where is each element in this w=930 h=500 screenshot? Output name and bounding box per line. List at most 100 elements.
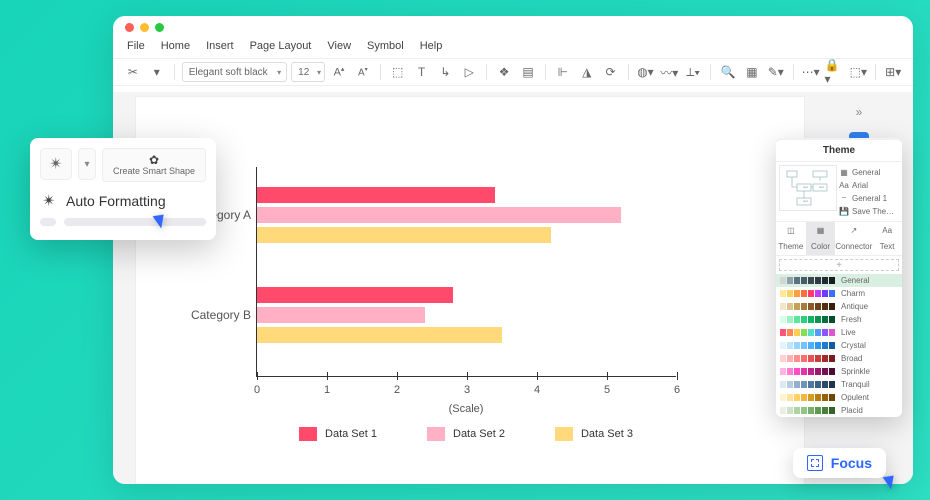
palette-name: Fresh: [841, 315, 861, 324]
decrease-font-icon[interactable]: A▾: [353, 62, 373, 82]
spark-dropdown-icon[interactable]: ▾: [78, 148, 96, 180]
increase-font-icon[interactable]: A▴: [329, 62, 349, 82]
create-smart-shape-button[interactable]: ✿ Create Smart Shape: [102, 148, 206, 182]
focus-label: Focus: [831, 455, 872, 471]
font-name-value: Elegant soft black: [189, 67, 268, 78]
theme-tab-theme[interactable]: ◫Theme: [776, 222, 806, 255]
palette-row[interactable]: Opulent: [776, 391, 902, 404]
prop-label: Arial: [852, 181, 868, 190]
theme-prop-row[interactable]: ▦General: [839, 167, 899, 177]
text-tool-icon[interactable]: T: [412, 62, 432, 82]
menu-page-layout[interactable]: Page Layout: [250, 40, 312, 52]
x-tick-label: 1: [324, 384, 330, 396]
drawing-sheet[interactable]: 0123456Category ACategory B (Scale) Data…: [135, 96, 805, 484]
chart-legend: Data Set 1Data Set 2Data Set 3: [256, 427, 676, 441]
prop-label: General 1: [852, 194, 887, 203]
palette-name: Charm: [841, 289, 865, 298]
font-size-value: 12: [298, 67, 309, 78]
palette-row[interactable]: General: [776, 274, 902, 287]
theme-panel[interactable]: Theme text text text ▦GeneralAaArial⎯Gen…: [776, 138, 902, 417]
search-icon[interactable]: 🔍: [718, 62, 738, 82]
focus-button[interactable]: Focus: [793, 448, 886, 478]
close-icon[interactable]: [125, 23, 134, 32]
line-style-icon[interactable]: 〰▾: [659, 62, 679, 82]
svg-text:text: text: [819, 185, 824, 189]
palette-row[interactable]: Live: [776, 326, 902, 339]
palette-name: General: [841, 276, 869, 285]
connector-icon[interactable]: ↳: [436, 62, 456, 82]
crop-icon[interactable]: ⟂▾: [683, 62, 703, 82]
select-icon[interactable]: ⬚: [388, 62, 408, 82]
palette-name: Crystal: [841, 341, 866, 350]
minimize-icon[interactable]: [140, 23, 149, 32]
zoom-icon[interactable]: [155, 23, 164, 32]
palette-name: Live: [841, 328, 856, 337]
pointer-icon[interactable]: ▷: [459, 62, 479, 82]
menu-help[interactable]: Help: [420, 40, 443, 52]
tab-icon: ↗: [847, 226, 861, 240]
smart-shape-icon: ✿: [149, 154, 159, 167]
grid-icon[interactable]: ▦: [742, 62, 762, 82]
theme-tab-connector[interactable]: ↗Connector: [835, 222, 872, 255]
theme-prop-row[interactable]: ⎯General 1: [839, 193, 899, 203]
font-family-dropdown[interactable]: Elegant soft black: [182, 62, 287, 82]
font-size-dropdown[interactable]: 12: [291, 62, 325, 82]
palette-name: Opulent: [841, 393, 869, 402]
auto-format-label: Auto Formatting: [66, 193, 166, 209]
prop-label: Save The…: [852, 207, 894, 216]
help-icon[interactable]: ⬚▾: [848, 62, 868, 82]
cut-icon[interactable]: ✂: [123, 62, 143, 82]
palette-row[interactable]: Placid: [776, 404, 902, 417]
palette-list: General Charm Antique Fresh Live Crystal Broad…: [776, 274, 902, 417]
palette-row[interactable]: Sprinkle: [776, 365, 902, 378]
menubar: File Home Insert Page Layout View Symbol…: [113, 38, 913, 58]
x-tick-label: 4: [534, 384, 540, 396]
palette-row[interactable]: Broad: [776, 352, 902, 365]
prop-label: General: [852, 168, 880, 177]
menu-insert[interactable]: Insert: [206, 40, 234, 52]
menu-symbol[interactable]: Symbol: [367, 40, 404, 52]
tab-icon: ◫: [784, 226, 798, 240]
palette-name: Tranquil: [841, 380, 870, 389]
palette-row[interactable]: Fresh: [776, 313, 902, 326]
unknown-icon-1[interactable]: ⋯▾: [801, 62, 821, 82]
palette-row[interactable]: Charm: [776, 287, 902, 300]
auto-formatting-button[interactable]: ✴ Auto Formatting: [40, 192, 206, 210]
prop-icon: ▦: [839, 167, 849, 177]
pen-icon[interactable]: ✎▾: [766, 62, 786, 82]
theme-prop-row[interactable]: AaArial: [839, 180, 899, 190]
x-axis-label: (Scale): [256, 403, 676, 415]
menu-view[interactable]: View: [327, 40, 351, 52]
palette-row[interactable]: Crystal: [776, 339, 902, 352]
rail-collapse-icon[interactable]: »: [849, 102, 869, 122]
legend-item: Data Set 2: [427, 427, 505, 441]
palette-name: Placid: [841, 406, 863, 415]
palette-name: Antique: [841, 302, 868, 311]
menu-file[interactable]: File: [127, 40, 145, 52]
legend-item: Data Set 1: [299, 427, 377, 441]
layers-icon[interactable]: ❖: [494, 62, 514, 82]
paste-icon[interactable]: ▾: [147, 62, 167, 82]
x-tick-label: 3: [464, 384, 470, 396]
theme-prop-row[interactable]: 💾Save The…: [839, 206, 899, 216]
x-tick-label: 0: [254, 384, 260, 396]
add-palette-button[interactable]: +: [779, 259, 899, 271]
more-icon[interactable]: ⊞▾: [883, 62, 903, 82]
prop-icon: ⎯: [839, 193, 849, 203]
fill-icon[interactable]: ◍▾: [636, 62, 656, 82]
distribute-icon[interactable]: ◮: [577, 62, 597, 82]
palette-row[interactable]: Tranquil: [776, 378, 902, 391]
menu-home[interactable]: Home: [161, 40, 190, 52]
rotate-icon[interactable]: ⟳: [601, 62, 621, 82]
spark-icon[interactable]: ✴: [40, 148, 72, 180]
theme-tab-text[interactable]: AaText: [872, 222, 902, 255]
tab-icon: Aa: [880, 226, 894, 240]
theme-tabs: ◫Theme▦Color↗ConnectorAaText: [776, 221, 902, 256]
toolbar: ✂ ▾ Elegant soft black 12 A▴ A▾ ⬚ T ↳ ▷ …: [113, 58, 913, 86]
align-icon[interactable]: ⊩: [553, 62, 573, 82]
group-icon[interactable]: ▤: [518, 62, 538, 82]
palette-row[interactable]: Antique: [776, 300, 902, 313]
svg-text:text: text: [803, 199, 808, 203]
theme-tab-color[interactable]: ▦Color: [806, 222, 836, 255]
lock-icon[interactable]: 🔒▾: [825, 62, 845, 82]
